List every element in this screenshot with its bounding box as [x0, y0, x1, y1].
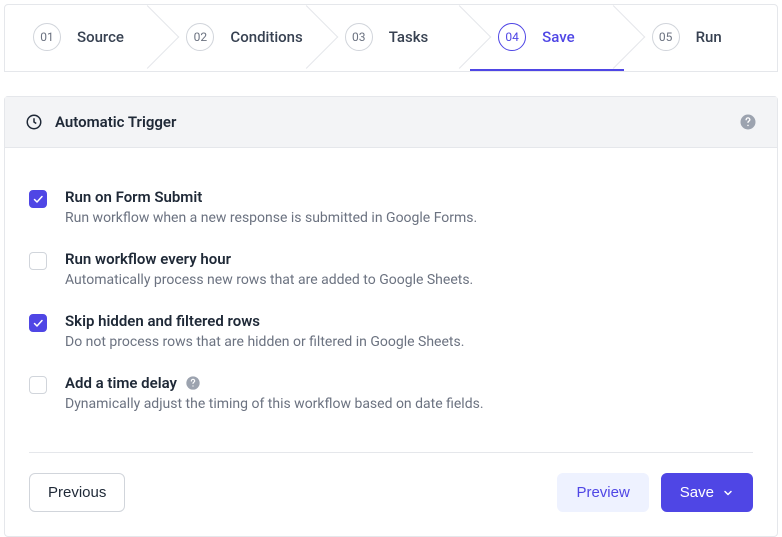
checkbox[interactable]: [29, 190, 47, 208]
option-title-text: Add a time delay: [65, 374, 177, 392]
option-body: Run on Form Submit Run workflow when a n…: [65, 188, 753, 226]
panel-header: Automatic Trigger: [5, 97, 777, 148]
checkbox[interactable]: [29, 252, 47, 270]
option-desc: Automatically process new rows that are …: [65, 272, 753, 288]
previous-button[interactable]: Previous: [29, 473, 125, 512]
help-icon[interactable]: [185, 375, 201, 391]
option-title: Run on Form Submit: [65, 188, 753, 206]
step-number: 03: [345, 23, 373, 51]
step-conditions[interactable]: 02 Conditions: [158, 5, 316, 71]
option-body: Add a time delay Dynamically adjust the …: [65, 374, 753, 412]
option-body: Run workflow every hour Automatically pr…: [65, 250, 753, 288]
panel-title: Automatic Trigger: [55, 113, 739, 131]
save-button[interactable]: Save: [661, 473, 753, 512]
step-label: Conditions: [230, 28, 302, 46]
options-list: Run on Form Submit Run workflow when a n…: [5, 148, 777, 432]
step-label: Run: [696, 28, 722, 46]
option-title: Run workflow every hour: [65, 250, 753, 268]
option-run-every-hour: Run workflow every hour Automatically pr…: [29, 238, 753, 300]
option-desc: Dynamically adjust the timing of this wo…: [65, 396, 753, 412]
settings-panel: Automatic Trigger Run on Form Submit Run…: [4, 96, 778, 537]
option-title: Add a time delay: [65, 374, 753, 392]
footer: Previous Preview Save: [5, 453, 777, 536]
step-run[interactable]: 05 Run: [624, 5, 777, 71]
chevron-down-icon: [722, 487, 734, 499]
stepper: 01 Source 02 Conditions 03 Tasks 04 Save…: [4, 4, 778, 72]
step-label: Tasks: [389, 28, 429, 46]
option-body: Skip hidden and filtered rows Do not pro…: [65, 312, 753, 350]
help-icon[interactable]: [739, 113, 757, 131]
step-label: Source: [77, 28, 124, 46]
option-desc: Run workflow when a new response is subm…: [65, 210, 753, 226]
preview-button[interactable]: Preview: [557, 473, 648, 512]
clock-icon: [25, 113, 43, 131]
step-source[interactable]: 01 Source: [5, 5, 158, 71]
step-save[interactable]: 04 Save: [470, 5, 623, 71]
option-title: Skip hidden and filtered rows: [65, 312, 753, 330]
option-skip-hidden-rows: Skip hidden and filtered rows Do not pro…: [29, 300, 753, 362]
checkbox[interactable]: [29, 314, 47, 332]
save-button-label: Save: [680, 484, 714, 501]
option-title-text: Skip hidden and filtered rows: [65, 312, 260, 330]
step-tasks[interactable]: 03 Tasks: [317, 5, 470, 71]
step-number: 05: [652, 23, 680, 51]
step-label: Save: [542, 28, 574, 46]
option-time-delay: Add a time delay Dynamically adjust the …: [29, 362, 753, 424]
step-number: 01: [33, 23, 61, 51]
step-number: 04: [498, 23, 526, 51]
option-title-text: Run workflow every hour: [65, 250, 231, 268]
option-title-text: Run on Form Submit: [65, 188, 202, 206]
step-number: 02: [186, 23, 214, 51]
option-desc: Do not process rows that are hidden or f…: [65, 334, 753, 350]
checkbox[interactable]: [29, 376, 47, 394]
option-run-on-form-submit: Run on Form Submit Run workflow when a n…: [29, 176, 753, 238]
